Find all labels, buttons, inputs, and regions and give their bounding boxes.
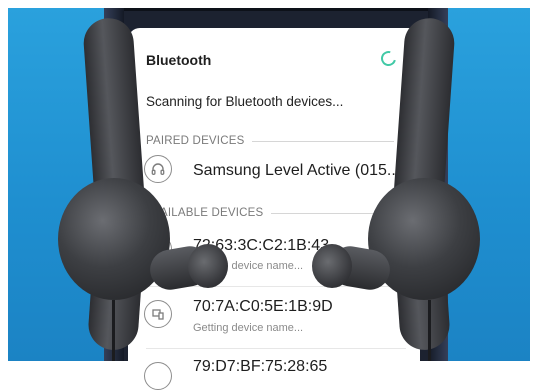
bluetooth-device-icon <box>144 300 172 328</box>
section-header-paired: PAIRED DEVICES <box>146 135 395 147</box>
device-address: 70:7A:C0:5E:1B:9D <box>193 298 333 315</box>
row-divider <box>146 348 406 349</box>
bluetooth-device-icon <box>144 362 172 390</box>
device-address: 79:D7:BF:75:28:65 <box>193 358 328 375</box>
section-header-available: AVAILABLE DEVICES <box>146 207 392 219</box>
scanning-spinner-icon <box>378 48 399 69</box>
section-label: PAIRED DEVICES <box>146 135 245 147</box>
bluetooth-panel: Bluetooth Scanning for Bluetooth devices… <box>128 28 420 390</box>
device-name: Samsung Level Active (015.. <box>193 162 396 179</box>
scanning-status: Scanning for Bluetooth devices... <box>146 94 344 109</box>
device-status: Getting device name... <box>193 322 304 334</box>
section-divider <box>252 140 395 142</box>
headphones-icon <box>144 155 172 183</box>
page-title: Bluetooth <box>146 52 212 68</box>
